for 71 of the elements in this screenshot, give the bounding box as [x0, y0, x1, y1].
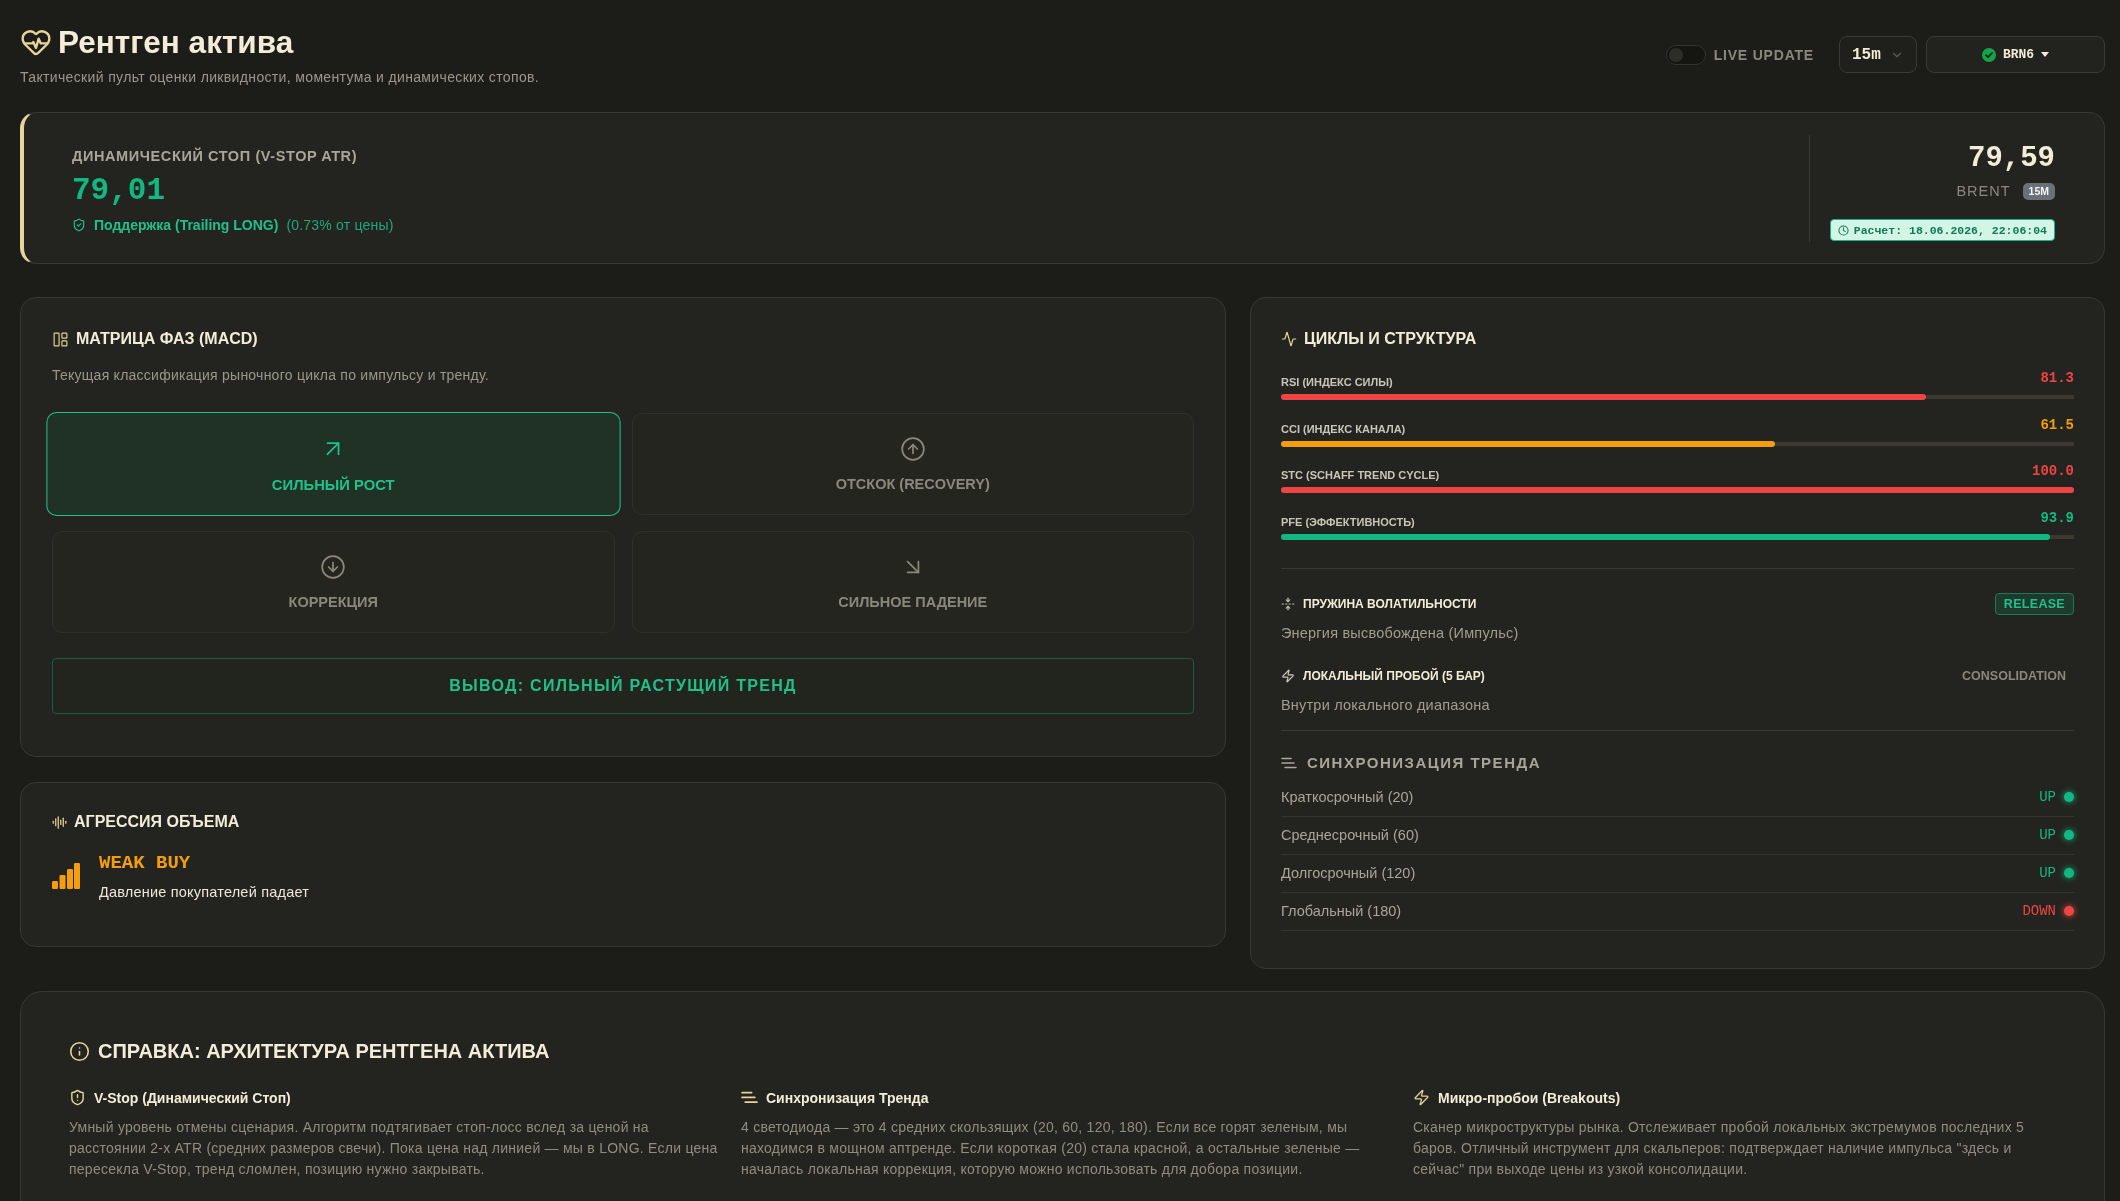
- phase-label: СИЛЬНОЕ ПАДЕНИЕ: [838, 594, 988, 610]
- help-section-title: V-Stop (Динамический Стоп): [94, 1089, 291, 1106]
- phase-label: ОТСКОК (RECOVERY): [835, 476, 990, 492]
- bar-chart-icon: [52, 863, 80, 889]
- timeframe-badge: 15M: [2022, 182, 2055, 200]
- arrows-to-line-icon: [1281, 596, 1295, 611]
- support-text: Поддержка (Trailing LONG): [94, 217, 279, 233]
- shield-icon: [69, 1089, 86, 1106]
- timeframe-select[interactable]: 15m: [1839, 36, 1917, 73]
- page-subtitle: Тактический пульт оценки ликвидности, моментума и динамических стопов.: [20, 68, 540, 86]
- help-section-text: Сканер микроструктуры рынка. Отслеживает пробой локальных экстремумов последних 5 баров. Отличный инструмент для скальперов: подтверждает наличие импульса "здесь и сейчас" при выходе цены из узкой консолидации.: [1413, 1117, 2026, 1179]
- metric-value: 81.3: [2040, 370, 2074, 388]
- lines-icon: [1281, 756, 1297, 769]
- price-value: 79,59: [1968, 141, 2055, 177]
- help-section-title: Синхронизация Тренда: [766, 1089, 929, 1106]
- metric-value: 93.9: [2040, 509, 2074, 528]
- panel-title: АГРЕССИЯ ОБЪЕМА: [74, 812, 240, 832]
- spring-status-badge: RELEASE: [1994, 592, 2074, 615]
- shield-check-icon: [72, 218, 86, 232]
- block-title: ЛОКАЛЬНЫЙ ПРОБОЙ (5 БАР): [1303, 668, 1485, 683]
- stop-value: 79,01: [72, 172, 166, 210]
- panel-title: МАТРИЦА ФАЗ (MACD): [76, 329, 258, 349]
- page-title: Рентген актива: [58, 24, 294, 60]
- metric-label: RSI (ИНДЕКС СИЛЫ): [1281, 376, 1393, 388]
- phase-label: СИЛЬНЫЙ РОСТ: [271, 476, 395, 493]
- live-update-label: LIVE UPDATE: [1713, 46, 1814, 63]
- live-update-toggle[interactable]: [1665, 44, 1706, 65]
- trend-label: Краткосрочный (20): [1281, 789, 1414, 805]
- trend-label: Глобальный (180): [1281, 903, 1402, 919]
- sync-title: СИНХРОНИЗАЦИЯ ТРЕНДА: [1307, 754, 1541, 771]
- pulse-line-icon: [1281, 331, 1297, 347]
- volume-description: Давление покупателей падает: [99, 883, 310, 901]
- volume-signal: WEAK BUY: [99, 851, 191, 875]
- lightning-icon: [1281, 668, 1295, 683]
- block-text: Внутри локального диапазона: [1281, 695, 1490, 714]
- block-title: ПРУЖИНА ВОЛАТИЛЬНОСТИ: [1303, 596, 1477, 611]
- metric-label: STC (SCHAFF TREND CYCLE): [1281, 469, 1440, 481]
- clock-icon: [1837, 224, 1849, 236]
- caret-icon: [2041, 52, 2050, 57]
- layout-icon: [52, 330, 69, 348]
- phase-label: КОРРЕКЦИЯ: [288, 594, 378, 610]
- trend-status: UP: [2039, 827, 2056, 843]
- trend-label: Долгосрочный (120): [1281, 865, 1416, 881]
- ticker-dropdown[interactable]: BRN6: [1926, 36, 2105, 73]
- breakout-status: CONSOLIDATION: [1962, 668, 2067, 683]
- trend-status: DOWN: [2022, 903, 2056, 919]
- trend-status: UP: [2039, 789, 2056, 805]
- lightning-icon: [1413, 1089, 1430, 1106]
- trend-status: UP: [2039, 865, 2056, 881]
- circle-arrow-up-icon: [899, 436, 926, 462]
- help-title: СПРАВКА: АРХИТЕКТУРА РЕНТГЕНА АКТИВА: [98, 1040, 550, 1063]
- block-text: Энергия высвобождена (Импульс): [1281, 623, 1519, 642]
- metric-label: PFE (ЭФФЕКТИВНОСТЬ): [1281, 515, 1415, 528]
- waveform-icon: [52, 814, 67, 830]
- metric-value: 100.0: [2032, 463, 2074, 481]
- circle-arrow-down-icon: [320, 554, 347, 580]
- panel-description: Текущая классификация рыночного цикла по импульсу и тренду.: [52, 366, 489, 384]
- metric-value: 61.5: [2040, 416, 2074, 435]
- verdict-banner: ВЫВОД: СИЛЬНЫЙ РАСТУЩИЙ ТРЕНД: [52, 658, 1194, 714]
- symbol-label: BRENT: [1956, 183, 2011, 199]
- help-section-title: Микро-пробои (Breakouts): [1438, 1089, 1621, 1106]
- distance-text: (0.73% от цены): [286, 217, 394, 233]
- help-section-text: Умный уровень отмены сценария. Алгоритм подтягивает стоп-лосс вслед за ценой на расстоянии 2-х ATR (средних размеров свечи). Пока цена над линией — мы в LONG. Если цена пересекла V-Stop, тренд сломлен, позицию нужно закрывать.: [69, 1117, 719, 1179]
- panel-title: ЦИКЛЫ И СТРУКТУРА: [1304, 329, 1477, 349]
- help-section-text: 4 светодиода — это 4 средних скользящих (20, 60, 120, 180). Если все горят зеленым, мы находимся в мощном аптренде. Если короткая (20) стала красной, а остальные зеленые — началась локальная коррекция, которую можно использовать для добора позиции.: [741, 1117, 1361, 1179]
- info-icon: [69, 1041, 90, 1062]
- timestamp-text: Расчет: 18.06.2026, 22:06:04: [1853, 223, 2047, 237]
- trend-label: Среднесрочный (60): [1281, 827, 1419, 843]
- stop-label: ДИНАМИЧЕСКИЙ СТОП (V-STOP ATR): [72, 147, 359, 165]
- metric-label: CCI (ИНДЕКС КАНАЛА): [1281, 422, 1406, 435]
- lines-icon: [741, 1091, 758, 1104]
